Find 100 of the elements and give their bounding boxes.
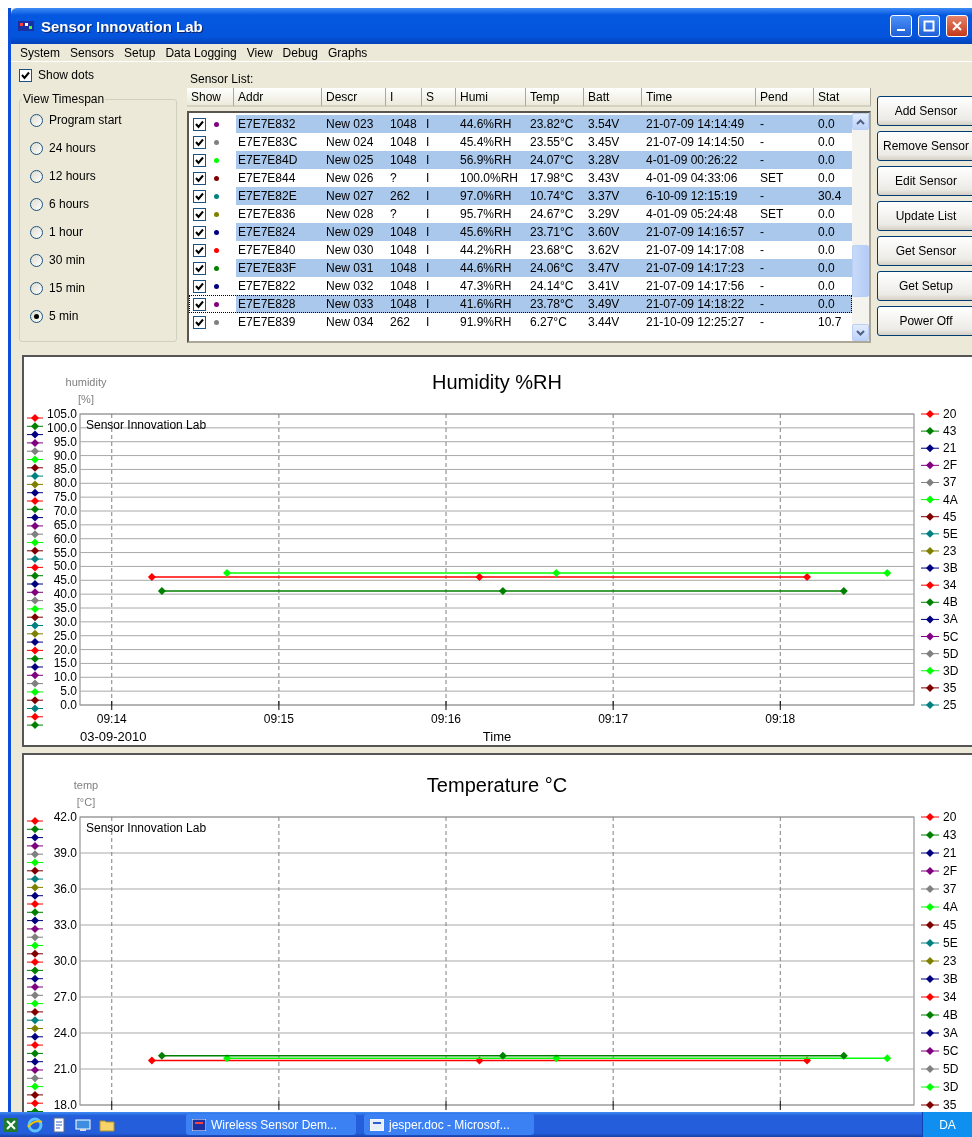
table-cell-text: - bbox=[759, 243, 765, 257]
radio-button[interactable] bbox=[30, 113, 43, 127]
radio-label: Program start bbox=[49, 113, 122, 127]
legend-label: 43 bbox=[943, 828, 957, 842]
column-header[interactable]: I bbox=[386, 88, 422, 107]
radio-button[interactable] bbox=[30, 309, 43, 323]
system-tray: DA bbox=[922, 1112, 972, 1137]
table-cell-text: I bbox=[425, 279, 431, 293]
list-row[interactable]: E7E7E832 New 023 1048 I 44.6%RH 23.82°C 3.54V 21-07-09 14:14:49 - 0.0 bbox=[189, 115, 852, 133]
action-button[interactable]: Get Sensor bbox=[877, 236, 972, 266]
y-tick-label: 24.0 bbox=[53, 1026, 77, 1040]
checkbox[interactable] bbox=[193, 135, 206, 149]
taskbar-button[interactable]: jesper.doc - Microsof... bbox=[364, 1114, 534, 1135]
scrollbar[interactable] bbox=[852, 113, 869, 341]
scroll-down-button[interactable] bbox=[852, 324, 869, 341]
radio-button[interactable] bbox=[30, 253, 43, 267]
menu-item[interactable]: Sensors bbox=[65, 45, 120, 60]
radio-label: 12 hours bbox=[49, 169, 96, 183]
table-cell-text: 3.37V bbox=[587, 189, 621, 203]
checkbox[interactable] bbox=[193, 153, 206, 167]
action-button[interactable]: Power Off bbox=[877, 306, 972, 336]
scroll-up-button[interactable] bbox=[852, 113, 869, 130]
checkbox[interactable] bbox=[193, 261, 206, 275]
menu-item[interactable]: System bbox=[15, 45, 65, 60]
list-row[interactable]: E7E7E82E New 027 262 I 97.0%RH 10.74°C 3.37V 6-10-09 12:15:19 - 30.4 bbox=[189, 187, 852, 205]
legend-label: 5D bbox=[943, 1062, 959, 1076]
menu-item[interactable]: View bbox=[241, 45, 278, 60]
checkbox[interactable] bbox=[193, 243, 206, 257]
scroll-thumb[interactable] bbox=[852, 245, 869, 297]
action-button[interactable]: Update List bbox=[877, 201, 972, 231]
y-tick-label: 85.0 bbox=[53, 462, 77, 477]
table-cell-text: E7E7E83F bbox=[237, 261, 298, 275]
radio-button[interactable] bbox=[30, 225, 43, 239]
y-tick-label: 30.0 bbox=[53, 614, 77, 629]
checkbox[interactable] bbox=[193, 117, 206, 131]
column-header[interactable]: Temp bbox=[526, 88, 584, 107]
radio-button[interactable] bbox=[30, 197, 43, 211]
checkbox[interactable] bbox=[193, 279, 206, 293]
legend-label: 5C bbox=[943, 1044, 959, 1058]
list-row[interactable]: E7E7E828 New 033 1048 I 41.6%RH 23.78°C 3.49V 21-07-09 14:18:22 - 0.0 bbox=[189, 295, 852, 313]
table-cell-text: - bbox=[759, 279, 765, 293]
checkbox[interactable] bbox=[193, 171, 206, 185]
chart-caption: Sensor Innovation Lab bbox=[86, 418, 207, 432]
checkbox[interactable] bbox=[193, 189, 206, 203]
browser-icon[interactable] bbox=[26, 1115, 44, 1134]
column-header[interactable]: Stat bbox=[814, 88, 871, 107]
column-header[interactable]: Addr bbox=[234, 88, 322, 107]
point bbox=[498, 587, 507, 596]
table-cell-text: 0.0 bbox=[817, 243, 836, 257]
x-tick-label: 09:14 bbox=[96, 712, 127, 726]
action-button[interactable]: Remove Sensor bbox=[877, 131, 972, 161]
document-icon[interactable] bbox=[50, 1115, 68, 1134]
column-header[interactable]: Batt bbox=[584, 88, 642, 107]
y-tick-label: 18.0 bbox=[53, 1098, 77, 1112]
close-button[interactable] bbox=[946, 15, 968, 37]
checkbox[interactable] bbox=[19, 68, 32, 82]
list-row[interactable]: E7E7E83F New 031 1048 I 44.6%RH 24.06°C 3.47V 21-07-09 14:17:23 - 0.0 bbox=[189, 259, 852, 277]
list-row[interactable]: E7E7E824 New 029 1048 I 45.6%RH 23.71°C 3.60V 21-07-09 14:16:57 - 0.0 bbox=[189, 223, 852, 241]
table-cell-text: - bbox=[759, 315, 765, 329]
minimize-button[interactable] bbox=[890, 15, 912, 37]
column-header[interactable]: Humi bbox=[456, 88, 526, 107]
action-button[interactable]: Edit Sensor bbox=[877, 166, 972, 196]
checkbox[interactable] bbox=[193, 207, 206, 221]
column-header[interactable]: Show bbox=[187, 88, 234, 107]
menu-item[interactable]: Data Logging bbox=[160, 45, 242, 60]
list-row[interactable]: E7E7E84D New 025 1048 I 56.9%RH 24.07°C 3.28V 4-01-09 00:26:22 - 0.0 bbox=[189, 151, 852, 169]
checkbox[interactable] bbox=[193, 225, 206, 239]
radio-button[interactable] bbox=[30, 141, 43, 155]
column-header[interactable]: S bbox=[422, 88, 456, 107]
table-cell-text: E7E7E832 bbox=[237, 117, 297, 131]
maximize-button[interactable] bbox=[918, 15, 940, 37]
y-tick-label: 36.0 bbox=[53, 882, 77, 896]
column-header[interactable]: Pend bbox=[756, 88, 814, 107]
table-cell-text: I bbox=[425, 153, 431, 167]
spreadsheet-icon[interactable] bbox=[2, 1115, 20, 1134]
table-cell-text: I bbox=[425, 297, 431, 311]
point bbox=[883, 569, 892, 578]
column-header[interactable]: Time bbox=[642, 88, 756, 107]
legend-label: 3D bbox=[943, 663, 959, 678]
y-tick-label: 65.0 bbox=[53, 517, 77, 532]
table-cell-text: 91.9%RH bbox=[459, 315, 513, 329]
menu-item[interactable]: Graphs bbox=[322, 45, 373, 60]
table-cell-text: 1048 bbox=[389, 243, 418, 257]
menu-item[interactable]: Debug bbox=[277, 45, 323, 60]
table-cell-text: 45.6%RH bbox=[459, 225, 513, 239]
radio-button[interactable] bbox=[30, 169, 43, 183]
radio-button[interactable] bbox=[30, 281, 43, 295]
column-header[interactable]: Descr bbox=[322, 88, 386, 107]
action-button[interactable]: Add Sensor bbox=[877, 96, 972, 126]
y-tick-label: 15.0 bbox=[53, 656, 77, 671]
checkbox[interactable] bbox=[193, 315, 206, 329]
y-tick-label: 25.0 bbox=[53, 628, 77, 643]
checkbox[interactable] bbox=[193, 297, 206, 311]
action-button[interactable]: Get Setup bbox=[877, 271, 972, 301]
legend-label: 20 bbox=[943, 810, 957, 824]
legend-label: 37 bbox=[943, 882, 957, 896]
taskbar-button[interactable]: Wireless Sensor Dem... bbox=[186, 1114, 356, 1135]
table-cell-text: 4-01-09 04:33:06 bbox=[645, 171, 739, 185]
table-cell-text: 0.0 bbox=[817, 153, 836, 167]
menu-item[interactable]: Setup bbox=[119, 45, 161, 60]
